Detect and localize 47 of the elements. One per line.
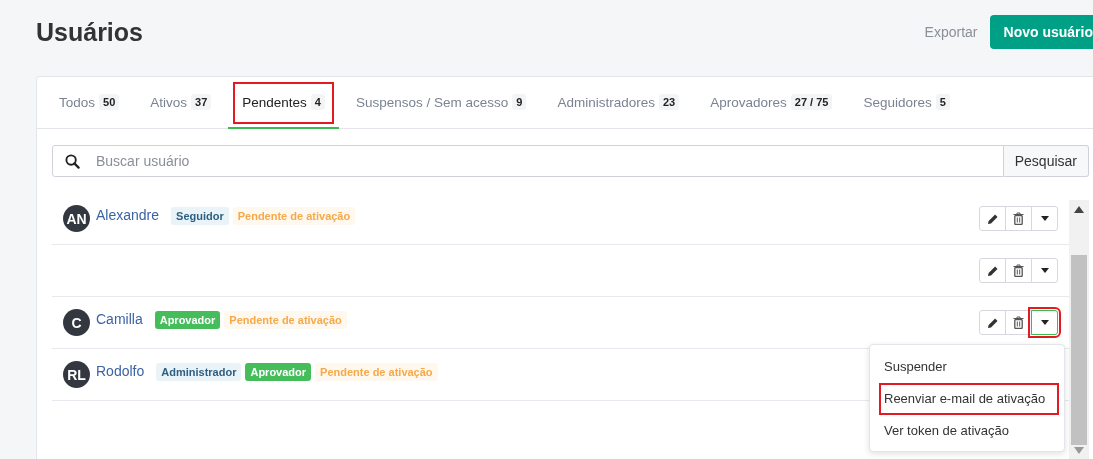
delete-button[interactable] xyxy=(1005,258,1032,283)
status-tag: Administrador xyxy=(156,362,242,381)
tab[interactable]: Aprovadores 27 / 75 xyxy=(696,77,847,129)
user-name-link[interactable]: Camilla xyxy=(96,310,143,327)
tab[interactable]: Ativos 37 xyxy=(136,77,226,129)
status-tag: Pendente de ativação xyxy=(224,310,347,329)
trash-icon xyxy=(1013,264,1024,277)
trash-icon xyxy=(1013,212,1024,225)
status-tag: Pendente de ativação xyxy=(232,206,356,225)
scroll-up-arrow-icon[interactable] xyxy=(1074,206,1084,213)
edit-button[interactable] xyxy=(979,310,1006,335)
delete-button[interactable] xyxy=(1005,206,1032,231)
scrollbar[interactable] xyxy=(1069,200,1089,459)
page-title: Usuários xyxy=(36,17,143,47)
edit-button[interactable] xyxy=(979,206,1006,231)
edit-button[interactable] xyxy=(979,258,1006,283)
status-tag: Aprovador xyxy=(154,310,221,329)
user-name-link[interactable]: Alexandre xyxy=(96,206,160,223)
caret-icon xyxy=(1040,268,1049,273)
caret-icon xyxy=(1040,216,1049,221)
tab[interactable]: Administradores 23 xyxy=(543,77,694,129)
tab[interactable]: Pendentes 4 xyxy=(228,77,339,129)
dropdown-button[interactable] xyxy=(1031,310,1058,335)
status-tag: Pendente de ativação xyxy=(315,362,438,381)
pencil-icon xyxy=(986,212,999,225)
search-input[interactable]: Buscar usuário xyxy=(94,152,1003,170)
user-name-link[interactable]: Rodolfo xyxy=(96,362,145,379)
caret-icon xyxy=(1040,320,1049,325)
avatar: AN xyxy=(63,205,90,232)
menu-item[interactable]: Ver token de ativação xyxy=(879,415,1059,447)
avatar: C xyxy=(63,309,90,336)
tab[interactable]: Seguidores 5 xyxy=(849,77,964,129)
tab[interactable]: Todos 50 xyxy=(45,77,134,129)
pencil-icon xyxy=(986,264,999,277)
status-tag: Seguidor xyxy=(171,206,229,225)
dropdown-button[interactable] xyxy=(1031,206,1058,231)
search-field[interactable]: Buscar usuário xyxy=(52,145,1004,177)
trash-icon xyxy=(1013,316,1024,329)
avatar: RL xyxy=(63,361,90,388)
dropdown-button[interactable] xyxy=(1031,258,1058,283)
search-icon xyxy=(65,153,80,169)
menu-item[interactable]: Suspender xyxy=(879,351,1059,383)
tab[interactable]: Suspensos / Sem acesso 9 xyxy=(342,77,541,129)
status-tag: Aprovador xyxy=(245,362,312,381)
pencil-icon xyxy=(986,316,999,329)
menu-item[interactable]: Reenviar e-mail de ativação xyxy=(879,383,1059,415)
search-button[interactable]: Pesquisar xyxy=(1003,145,1089,177)
